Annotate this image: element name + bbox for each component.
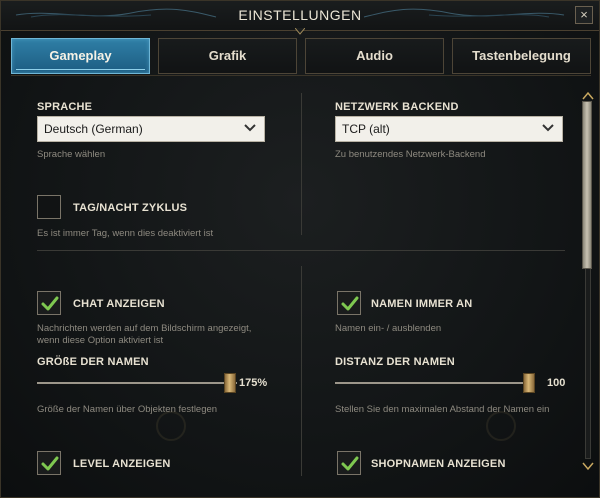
language-select-value: Deutsch (German) (44, 122, 143, 136)
name-size-label: GRÖßE DER NAMEN (37, 356, 149, 368)
day-night-hint: Es ist immer Tag, wenn dies deaktiviert … (37, 228, 214, 239)
close-button[interactable]: × (575, 6, 593, 24)
settings-window: EINSTELLUNGEN × Gameplay Grafik Audio Ta… (0, 0, 600, 498)
tab-audio[interactable]: Audio (305, 38, 444, 74)
chevron-down-icon (244, 124, 256, 132)
vertical-scrollbar[interactable] (581, 91, 595, 471)
network-select[interactable]: TCP (alt) (335, 116, 563, 142)
tab-bar: Gameplay Grafik Audio Tastenbelegung (11, 38, 591, 74)
show-level-label: LEVEL ANZEIGEN (73, 458, 171, 470)
column-divider-bottom (301, 266, 302, 476)
names-always-checkbox[interactable] (337, 291, 361, 315)
tab-gameplay[interactable]: Gameplay (11, 38, 150, 74)
show-shopnames-checkbox[interactable] (337, 451, 361, 475)
name-distance-value: 100 (547, 377, 566, 389)
language-hint: Sprache wählen (37, 149, 106, 160)
chevron-down-icon (542, 124, 554, 132)
tab-label: Grafik (208, 48, 247, 63)
checkmark-icon (41, 456, 59, 471)
network-hint: Zu benutzendes Netzwerk-Backend (335, 149, 486, 160)
show-chat-hint-line1: Nachrichten werden auf dem Bildschirm an… (37, 323, 252, 334)
name-distance-hint: Stellen Sie den maximalen Abstand der Na… (335, 404, 550, 415)
scroll-up-arrow-icon[interactable] (582, 91, 594, 101)
language-label: SPRACHE (37, 101, 93, 113)
title-notch-ornament (295, 28, 305, 35)
name-size-slider-track[interactable] (37, 382, 237, 384)
show-chat-label: CHAT ANZEIGEN (73, 298, 165, 310)
network-select-value: TCP (alt) (342, 122, 390, 136)
checkmark-icon (341, 456, 359, 471)
title-bar: EINSTELLUNGEN × (1, 1, 599, 35)
tab-label: Tastenbelegung (472, 48, 571, 63)
show-chat-checkbox[interactable] (37, 291, 61, 315)
column-divider-top (301, 93, 302, 235)
tab-label: Audio (356, 48, 393, 63)
tabs-divider (11, 75, 591, 76)
day-night-checkbox[interactable] (37, 195, 61, 219)
show-chat-hint-line2: wenn diese Option aktiviert ist (37, 335, 164, 346)
checkmark-icon (341, 296, 359, 311)
names-always-label: NAMEN IMMER AN (371, 298, 473, 310)
names-always-hint: Namen ein- / ausblenden (335, 323, 442, 334)
name-size-value: 175% (239, 377, 268, 389)
scroll-thumb[interactable] (582, 101, 592, 269)
name-size-hint: Größe der Namen über Objekten festlegen (37, 404, 218, 415)
name-distance-slider-thumb[interactable] (523, 373, 535, 393)
name-size-slider-thumb[interactable] (224, 373, 236, 393)
window-title: EINSTELLUNGEN (238, 7, 362, 23)
day-night-label: TAG/NACHT ZYKLUS (73, 202, 188, 214)
name-distance-label: DISTANZ DER NAMEN (335, 356, 455, 368)
tab-label: Gameplay (49, 48, 112, 63)
network-label: NETZWERK BACKEND (335, 101, 459, 113)
show-shopnames-label: SHOPNAMEN ANZEIGEN (371, 458, 506, 470)
name-distance-slider-track[interactable] (335, 382, 535, 384)
tab-graphics[interactable]: Grafik (158, 38, 297, 74)
scroll-down-arrow-icon[interactable] (582, 461, 594, 471)
tab-keybindings[interactable]: Tastenbelegung (452, 38, 591, 74)
checkmark-icon (41, 296, 59, 311)
show-level-checkbox[interactable] (37, 451, 61, 475)
section-divider (37, 250, 565, 251)
close-icon: × (580, 7, 588, 22)
language-select[interactable]: Deutsch (German) (37, 116, 265, 142)
